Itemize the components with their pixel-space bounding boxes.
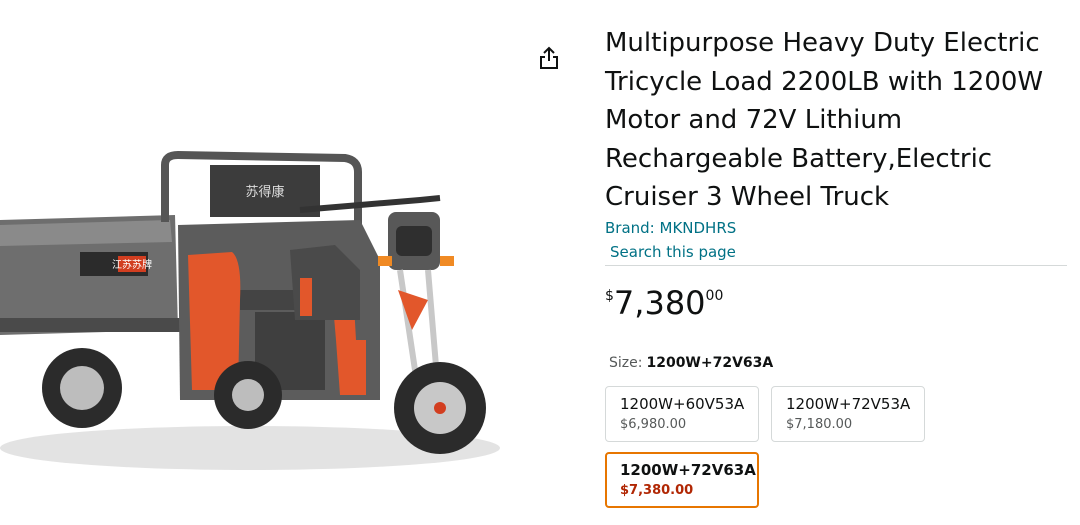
price-fraction: 00: [705, 288, 724, 304]
share-icon: [540, 46, 558, 69]
tricycle-illustration: 江苏苏牌 苏得康: [0, 150, 500, 470]
size-option-label: 1200W+72V53A: [786, 395, 911, 413]
product-image[interactable]: 江苏苏牌 苏得康: [0, 0, 520, 521]
size-selected-value: 1200W+72V63A: [646, 355, 774, 371]
size-option-label: 1200W+60V53A: [620, 395, 745, 413]
product-title: Multipurpose Heavy Duty Electric Tricycl…: [605, 28, 1044, 212]
divider: [605, 265, 1067, 266]
cab-plate-text: 江苏苏牌: [112, 258, 152, 271]
search-this-page-link[interactable]: Search this page: [610, 243, 736, 261]
size-option-1200w-72v63a[interactable]: 1200W+72V63A $7,380.00: [605, 452, 759, 508]
share-button[interactable]: [536, 44, 562, 72]
price-symbol: $: [605, 288, 614, 304]
price-whole: 7,380: [613, 284, 706, 322]
size-option-price: $7,180.00: [786, 417, 853, 432]
size-option-1200w-72v53a[interactable]: 1200W+72V53A $7,180.00: [771, 386, 925, 442]
seat-brand-text: 苏得康: [245, 184, 284, 200]
size-label: Size:: [609, 355, 643, 371]
size-option-1200w-60v53a[interactable]: 1200W+60V53A $6,980.00: [605, 386, 759, 442]
price: $7,38000: [605, 284, 723, 322]
size-option-price: $7,380.00: [620, 483, 694, 498]
size-option-label: 1200W+72V63A: [620, 461, 756, 479]
size-option-price: $6,980.00: [620, 417, 687, 432]
size-selector-label: Size: 1200W+72V63A: [609, 355, 773, 371]
brand-link[interactable]: Brand: MKNDHRS: [605, 219, 736, 237]
